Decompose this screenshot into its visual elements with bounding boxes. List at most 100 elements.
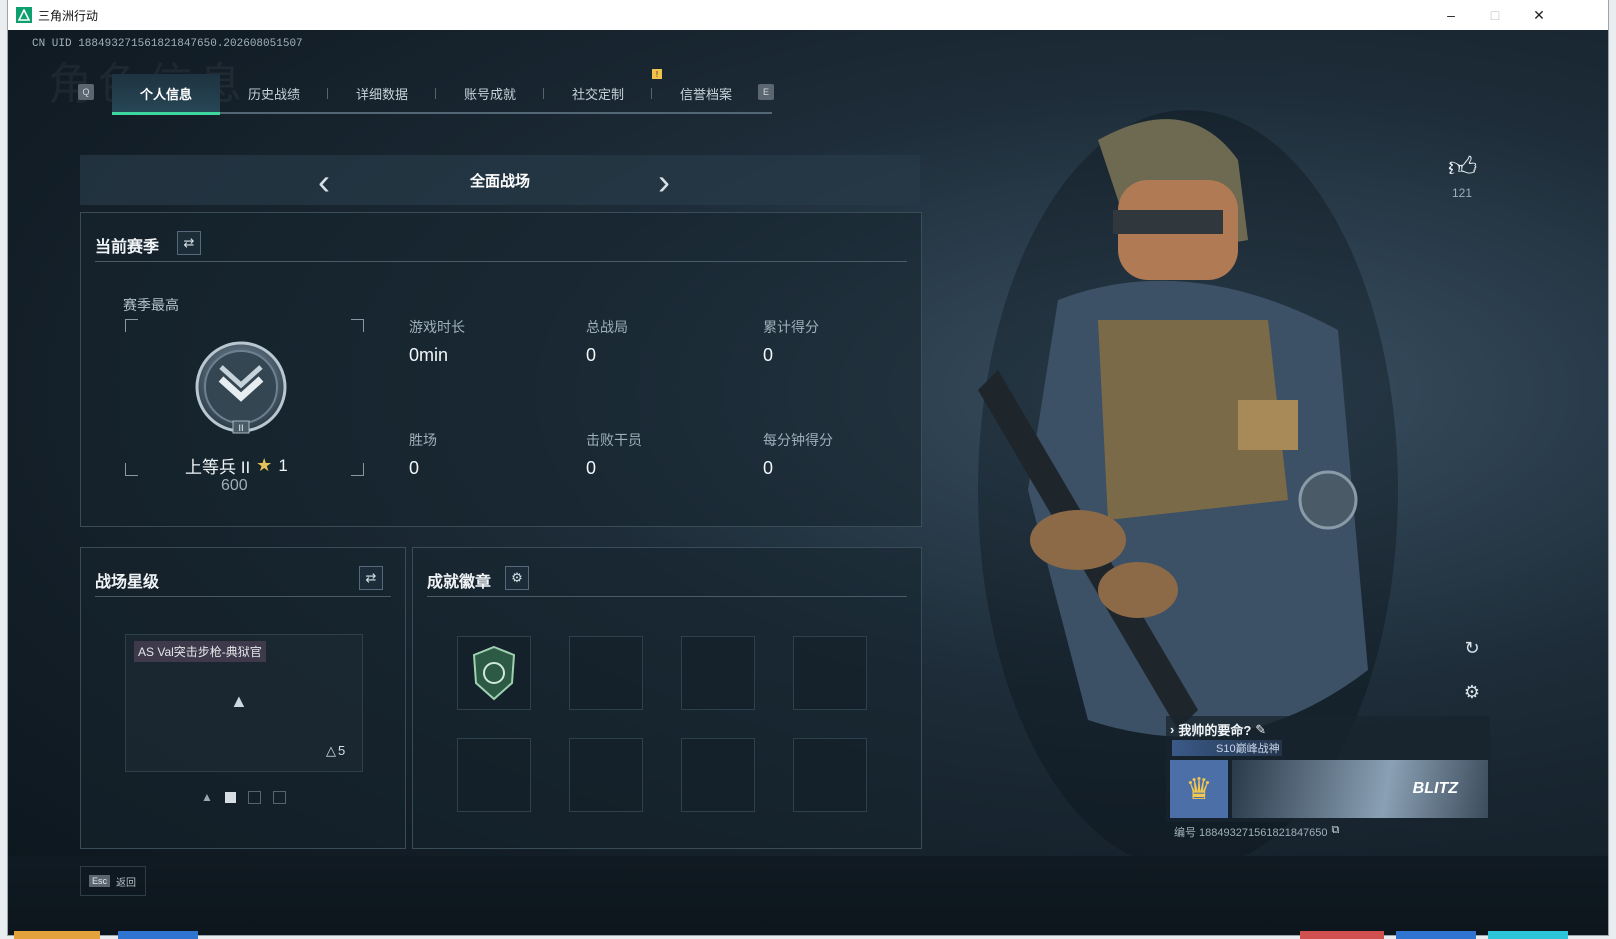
- panel-title: 当前赛季: [95, 239, 160, 256]
- edit-icon[interactable]: ✎: [1255, 722, 1266, 738]
- back-button[interactable]: Esc 返回: [80, 866, 146, 896]
- title-bar: 三角洲行动 – □ ✕: [8, 0, 1608, 30]
- taskbar-item: [1396, 931, 1476, 939]
- tab-social[interactable]: 社交定制: [544, 74, 652, 112]
- tab-label: 社交定制: [571, 86, 624, 102]
- swap-icon[interactable]: ⇄: [177, 231, 201, 255]
- panel-title: 成就徽章: [427, 574, 492, 591]
- badge-slot[interactable]: [681, 738, 755, 812]
- tab-next-key[interactable]: E: [758, 84, 774, 100]
- tab-detailed-data[interactable]: 详细数据: [328, 74, 436, 112]
- stat-value-playtime: 0min: [409, 345, 449, 365]
- star-icon: ★: [256, 455, 273, 475]
- badge-slot[interactable]: [569, 738, 643, 812]
- app-logo-icon: [16, 7, 32, 23]
- esc-key: Esc: [89, 875, 111, 887]
- stat-value-total-score: 0: [763, 345, 774, 365]
- maximize-button[interactable]: □: [1472, 0, 1518, 30]
- game-window: 三角洲行动 – □ ✕ 角色信息 CN UID 1884932715618218…: [8, 0, 1608, 935]
- divider: [427, 596, 907, 597]
- weapon-card[interactable]: AS Val突击步枪-典狱官 ▲ △ 5: [125, 634, 363, 772]
- weapon-name: AS Val突击步枪-典狱官: [134, 641, 266, 662]
- stat-value-total-matches: 0: [586, 345, 597, 365]
- badge-slot[interactable]: [457, 636, 531, 710]
- stat-label-total-score: 累计得分: [763, 319, 819, 335]
- badge-slot[interactable]: [681, 636, 755, 710]
- tab-label: 信誉档案: [679, 86, 732, 102]
- season-best-label: 赛季最高: [123, 297, 179, 313]
- frame-corner: [351, 463, 364, 476]
- tab-credit-record[interactable]: 信誉档案: [652, 74, 760, 112]
- badge-slot[interactable]: [793, 636, 867, 710]
- shield-badge-icon: [472, 645, 516, 701]
- chevron-left-icon[interactable]: ‹: [318, 161, 330, 203]
- triangle-star-icon: △: [326, 743, 336, 758]
- divider: [95, 596, 391, 597]
- name-card-banner: BLITZ: [1232, 760, 1488, 818]
- tab-label: 历史战绩: [247, 86, 300, 102]
- current-season-panel: 当前赛季 ⇄ 赛季最高 II 上等兵 II ★ 1 600 游戏时长 0min …: [80, 212, 922, 527]
- badge-slot[interactable]: [569, 636, 643, 710]
- chevron-right-icon[interactable]: ›: [658, 161, 670, 203]
- back-label: 返回: [116, 877, 137, 889]
- tab-achievements[interactable]: 账号成就: [436, 74, 544, 112]
- triangle-rank-icon: ▲: [230, 691, 248, 711]
- panel-title: 战场星级: [95, 574, 160, 591]
- tab-personal-info[interactable]: 个人信息: [112, 74, 220, 115]
- taskbar-item: [1488, 931, 1568, 939]
- stat-label-score-per-min: 每分钟得分: [763, 432, 833, 448]
- tab-history[interactable]: 历史战绩: [220, 74, 328, 112]
- rank-emblem-icon: II: [193, 339, 289, 440]
- player-id-row: 编号 188493271561821847650 ⧉: [1174, 824, 1339, 840]
- window-title: 三角洲行动: [38, 8, 99, 23]
- title-badge: S10巅峰战神: [1172, 740, 1282, 756]
- badge-slot[interactable]: [793, 738, 867, 812]
- frame-corner: [125, 463, 138, 476]
- avatar[interactable]: ♛: [1170, 760, 1228, 818]
- page-dot[interactable]: [272, 790, 286, 804]
- profile-name-row: › 我帅的要命? ✎: [1170, 720, 1266, 739]
- tab-prev-key[interactable]: Q: [78, 84, 94, 100]
- page-dot[interactable]: [247, 790, 261, 804]
- divider: [95, 261, 907, 262]
- mode-selector: ‹ 全面战场 ›: [80, 155, 920, 205]
- notification-icon: !: [652, 69, 662, 79]
- mode-name: 全面战场: [469, 172, 530, 190]
- like-count: 121: [1451, 186, 1473, 200]
- star-level: 5: [338, 743, 346, 758]
- achievement-badges-panel: 成就徽章 ⚙: [412, 547, 922, 849]
- page-indicators: ▲: [201, 790, 286, 804]
- close-button[interactable]: ✕: [1516, 0, 1562, 30]
- chevron-right-icon: ›: [1170, 722, 1175, 737]
- rank-points: 600: [221, 477, 248, 494]
- stat-value-score-per-min: 0: [763, 458, 774, 478]
- minimize-button[interactable]: –: [1428, 0, 1474, 30]
- copy-icon[interactable]: ⧉: [1332, 824, 1340, 840]
- tab-label: 账号成就: [463, 86, 516, 102]
- stat-label-total-matches: 总战局: [586, 319, 628, 335]
- taskbar-item: [1300, 931, 1384, 939]
- game-viewport: 角色信息 CN UID 188493271561821847650.202608…: [8, 30, 1608, 935]
- battlefield-star-panel: 战场星级 ⇄ AS Val突击步枪-典狱官 ▲ △ 5 ▲: [80, 547, 406, 849]
- star-level-row: △ 5: [326, 743, 345, 759]
- rotate-icon[interactable]: ↻: [1460, 636, 1484, 660]
- thumbs-up-icon[interactable]: 👍︎: [1448, 150, 1477, 184]
- rank-name-row: 上等兵 II ★ 1: [185, 453, 288, 478]
- taskbar-item: [14, 931, 100, 939]
- gear-icon[interactable]: ⚙: [1460, 680, 1484, 704]
- stat-label-wins: 胜场: [409, 432, 437, 448]
- stat-label-playtime: 游戏时长: [409, 319, 465, 335]
- gear-icon[interactable]: ⚙: [505, 566, 529, 590]
- profile-name: 我帅的要命?: [1178, 723, 1252, 738]
- badge-slot[interactable]: [457, 738, 531, 812]
- rifle-icon: ▲: [201, 790, 213, 804]
- frame-corner: [125, 319, 138, 332]
- player-id: 编号 188493271561821847650: [1174, 827, 1328, 839]
- rank-name: 上等兵 II: [185, 458, 251, 477]
- svg-text:II: II: [238, 424, 243, 434]
- rank-stars: 1: [278, 455, 288, 475]
- swap-icon[interactable]: ⇄: [359, 566, 383, 590]
- page-dot-active[interactable]: [224, 791, 236, 803]
- frame-corner: [351, 319, 364, 332]
- profile-card[interactable]: › 我帅的要命? ✎ S10巅峰战神 ♛ BLITZ: [1166, 716, 1490, 822]
